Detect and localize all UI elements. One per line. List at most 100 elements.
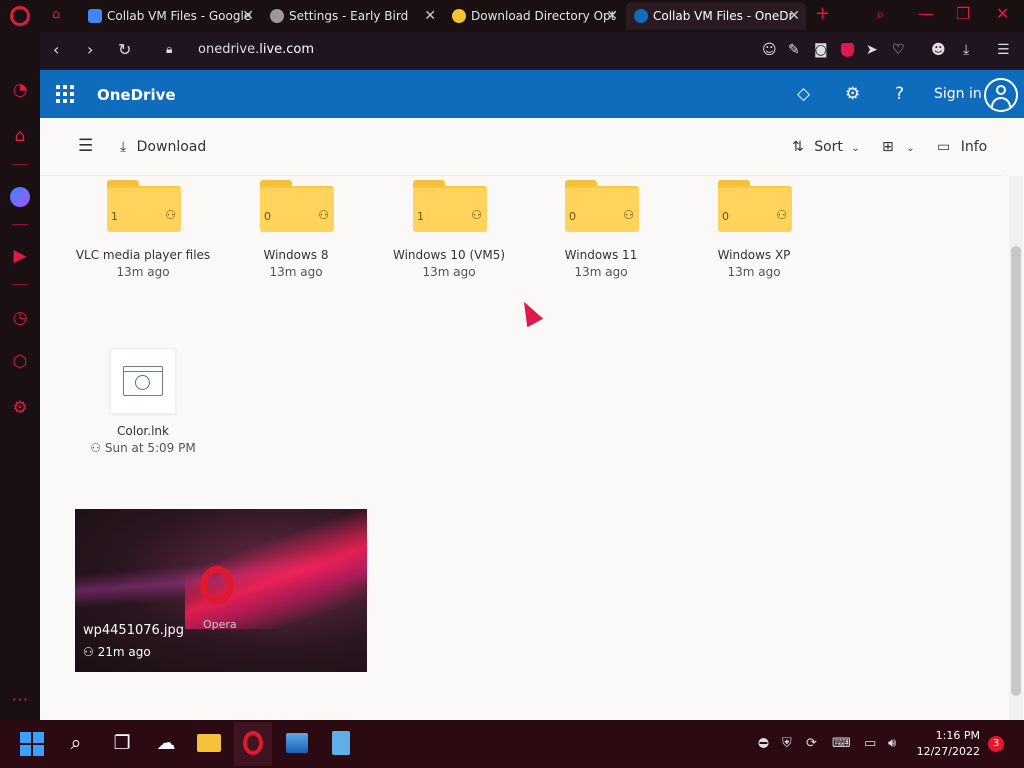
close-window-icon[interactable]: ✕ <box>996 4 1009 23</box>
messenger-icon[interactable] <box>10 187 30 207</box>
help-icon[interactable]: ? <box>895 84 904 104</box>
opera-taskbar-icon[interactable] <box>234 722 272 766</box>
sort-button[interactable]: ⇅ Sort ⌄ <box>792 139 860 155</box>
history-clock-icon[interactable]: ◷ <box>10 308 30 328</box>
task-view-icon[interactable]: ❐ <box>110 732 134 756</box>
volume-icon[interactable]: 🔊︎ <box>888 736 896 751</box>
person-body <box>991 97 1011 107</box>
speed-dial-icon[interactable]: ◔ <box>10 80 30 100</box>
forward-icon[interactable]: › <box>87 40 93 59</box>
chevron-down-icon: ⌄ <box>851 143 860 154</box>
camera-icon[interactable]: ◙ <box>814 42 828 58</box>
settings-icon[interactable]: ⚙ <box>845 84 860 104</box>
extension-icon <box>452 9 466 23</box>
app-title[interactable]: OneDrive <box>97 86 176 104</box>
display-icon[interactable]: ▭ <box>864 736 876 751</box>
chevron-down-icon: ⌄ <box>906 143 915 154</box>
notification-badge[interactable]: 3 <box>988 736 1004 752</box>
avatar[interactable] <box>984 78 1018 112</box>
tab-close-icon[interactable]: ✕ <box>606 8 618 24</box>
sync-icon[interactable]: ⟳ <box>806 736 817 751</box>
hamburger-menu-icon[interactable]: ☰ <box>78 136 93 156</box>
downloads-icon[interactable]: ⤓ <box>963 42 969 58</box>
tab-collab-google[interactable]: Collab VM Files - Google ✕ <box>80 2 260 30</box>
settings-gear-icon[interactable]: ⚙ <box>10 398 30 418</box>
folder-item[interactable]: 0 ⚇ Windows 8 13m ago <box>223 180 369 282</box>
folder-name[interactable]: Windows 11 <box>528 248 674 262</box>
search-icon[interactable]: ⌕ <box>64 732 88 756</box>
download-button[interactable]: ⤓ Download <box>120 139 206 155</box>
gamepad-icon[interactable]: ⌂ <box>52 7 60 22</box>
search-tabs-icon[interactable]: ⌕ <box>876 4 885 24</box>
sidebar-more-icon[interactable]: ⋯ <box>10 690 30 710</box>
tab-close-icon[interactable]: ✕ <box>242 8 254 24</box>
folder-name[interactable]: Windows 8 <box>223 248 369 262</box>
url-host: onedrive. <box>198 42 260 57</box>
profile-icon[interactable]: ☻ <box>931 42 946 58</box>
grid-view-icon: ⊞ <box>882 139 894 155</box>
photos-icon[interactable] <box>286 733 308 753</box>
adblock-shield-icon[interactable] <box>841 43 854 57</box>
weather-icon[interactable]: ☁ <box>154 732 178 756</box>
back-icon[interactable]: ‹ <box>53 40 59 59</box>
gear-icon <box>270 9 284 23</box>
file-modified-text: Sun at 5:09 PM <box>104 441 196 455</box>
defender-shield-icon[interactable]: ⛨ <box>782 736 792 751</box>
keyboard-icon[interactable]: ⌨ <box>832 736 851 751</box>
file-modified: ⚇ Sun at 5:09 PM <box>70 441 216 455</box>
shared-people-icon: ⚇ <box>318 208 329 222</box>
easy-setup-icon[interactable]: ☰ <box>997 42 1010 58</box>
folder-name[interactable]: VLC media player files <box>70 248 216 262</box>
reload-icon[interactable]: ↻ <box>118 40 131 59</box>
folder-item[interactable]: 0 ⚇ Windows 11 13m ago <box>528 180 674 282</box>
app-launcher-icon[interactable] <box>56 85 74 103</box>
clock-time[interactable]: 1:16 PM <box>920 729 980 742</box>
opera-logo-icon <box>200 566 234 604</box>
premium-diamond-icon[interactable]: ◇ <box>797 84 810 104</box>
restore-icon[interactable]: ❐ <box>956 4 970 23</box>
scrollbar-thumb[interactable] <box>1011 246 1021 696</box>
folder-modified: 13m ago <box>727 265 781 279</box>
send-icon[interactable]: ➤ <box>866 42 878 58</box>
start-button[interactable] <box>20 732 44 756</box>
sign-in-link[interactable]: Sign in <box>934 86 982 102</box>
shared-people-icon: ⚇ <box>83 645 98 659</box>
shopping-bag-icon[interactable]: ⌂ <box>10 126 30 146</box>
notepad-icon[interactable] <box>332 731 350 755</box>
tab-download-directory[interactable]: Download Directory Opt ✕ <box>444 2 624 30</box>
image-watermark: Opera <box>203 618 237 631</box>
info-button[interactable]: ▭ Info <box>937 139 987 155</box>
folder-icon: 1 ⚇ <box>107 180 181 232</box>
new-tab-button[interactable]: + <box>815 3 830 24</box>
tab-settings[interactable]: Settings - Early Bird ✕ <box>262 2 442 30</box>
edit-icon[interactable]: ✎ <box>788 42 800 58</box>
emoji-icon[interactable]: ☺ <box>762 42 777 58</box>
folder-name[interactable]: Windows 10 (VM5) <box>376 248 522 262</box>
url-field[interactable]: onedrive.live.com <box>198 42 314 57</box>
clock-date[interactable]: 12/27/2022 <box>904 745 980 758</box>
folder-item[interactable]: 1 ⚇ VLC media player files 13m ago <box>70 180 216 282</box>
folder-icon: 0 ⚇ <box>565 180 639 232</box>
view-options-button[interactable]: ⊞ ⌄ <box>882 139 915 155</box>
item-count: 0 <box>569 210 576 223</box>
download-label: Download <box>136 139 207 155</box>
opera-menu-icon[interactable] <box>10 6 30 26</box>
globe-icon <box>135 375 150 390</box>
player-icon[interactable]: ▶ <box>10 246 30 266</box>
minimize-icon[interactable]: — <box>918 4 934 23</box>
tab-close-icon[interactable]: ✕ <box>424 8 436 24</box>
folder-name[interactable]: Windows XP <box>681 248 827 262</box>
tab-collab-onedrive[interactable]: Collab VM Files - OneDr ✕ <box>626 2 806 30</box>
image-name[interactable]: wp4451076.jpg <box>83 623 184 638</box>
folder-item[interactable]: 0 ⚇ Windows XP 13m ago <box>681 180 827 282</box>
extensions-cube-icon[interactable]: ⬡ <box>10 352 30 372</box>
file-explorer-icon[interactable] <box>197 734 221 752</box>
folder-item[interactable]: 1 ⚇ Windows 10 (VM5) 13m ago <box>376 180 522 282</box>
heart-icon[interactable]: ♡ <box>892 42 905 58</box>
tab-close-icon[interactable]: ✕ <box>788 8 800 24</box>
url-domain: live.com <box>259 42 315 57</box>
network-off-icon[interactable]: ⛔︎ <box>758 736 769 751</box>
folder-icon: 0 ⚇ <box>718 180 792 232</box>
sort-icon: ⇅ <box>792 139 804 155</box>
file-name[interactable]: Color.lnk <box>70 424 216 438</box>
